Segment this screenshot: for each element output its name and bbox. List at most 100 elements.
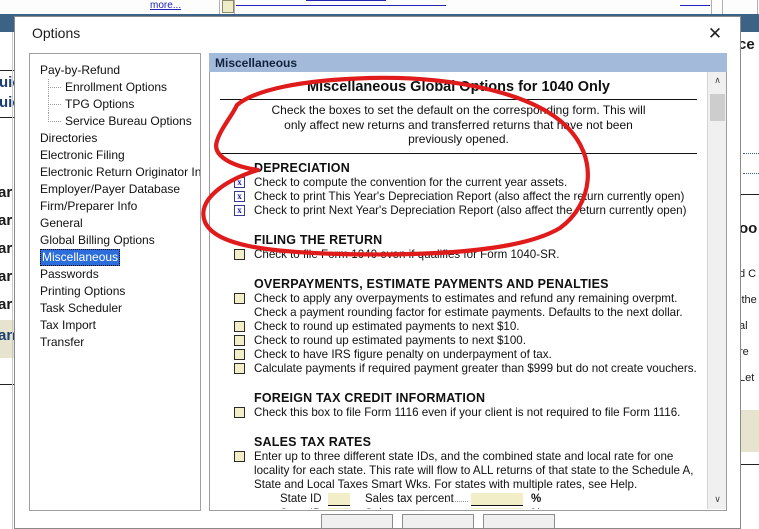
- sidebar-item-tax-import[interactable]: Tax Import: [30, 317, 200, 334]
- option-label: Check to round up estimated payments to …: [254, 334, 707, 348]
- sidebar-item-service-bureau-options[interactable]: Service Bureau Options: [30, 113, 200, 130]
- background-rule: [741, 194, 759, 195]
- tree-elbow-line: [48, 104, 61, 105]
- sidebar-item-label: Firm/Preparer Info: [40, 198, 137, 215]
- option-row: Check to round up estimated payments to …: [210, 320, 707, 334]
- sidebar-item-global-billing-options[interactable]: Global Billing Options: [30, 232, 200, 249]
- help-button[interactable]: [483, 514, 555, 529]
- sidebar-item-general[interactable]: General: [30, 215, 200, 232]
- panel-body: Miscellaneous Global Options for 1040 On…: [209, 72, 727, 511]
- sidebar-item-directories[interactable]: Directories: [30, 130, 200, 147]
- option-label: Check to round up estimated payments to …: [254, 320, 707, 334]
- background-text-fragment: ar: [0, 212, 12, 229]
- form-intro-text: Check the boxes to set the default on th…: [210, 100, 707, 149]
- sidebar-item-label: Directories: [40, 130, 97, 147]
- option-row: Check to apply any overpayments to estim…: [210, 292, 707, 306]
- content-scrollbar[interactable]: ∧ ∨: [707, 72, 726, 509]
- checkbox-unchecked[interactable]: [234, 451, 245, 462]
- options-category-tree[interactable]: Pay-by-RefundEnrollment OptionsTPG Optio…: [29, 53, 201, 511]
- more-link[interactable]: more...: [150, 0, 181, 11]
- sidebar-item-electronic-return-originator-info[interactable]: Electronic Return Originator Info: [30, 164, 200, 181]
- checkbox-unchecked[interactable]: [234, 407, 245, 418]
- background-rule: [741, 464, 759, 465]
- option-row: x Check to print This Year's Depreciation…: [210, 190, 707, 204]
- background-dotted-line: [743, 173, 759, 174]
- dialog-button-bar: [15, 506, 741, 529]
- option-row: xCheck to print Next Year's Depreciation…: [210, 204, 707, 218]
- sidebar-item-firm-preparer-info[interactable]: Firm/Preparer Info: [30, 198, 200, 215]
- background-text-fragment: ithe: [739, 294, 757, 306]
- background-link-line-3: [680, 5, 710, 6]
- checkbox-unchecked[interactable]: [234, 249, 245, 260]
- sidebar-item-label: Tax Import: [40, 317, 96, 334]
- form-icon: [222, 0, 234, 13]
- toolbar-divider: [219, 0, 220, 14]
- option-row: Check this box to file Form 1116 even if…: [210, 406, 707, 420]
- checkbox-checked[interactable]: x: [234, 191, 245, 202]
- background-left-sliver: uic uic ar ar ar ar ar an: [0, 32, 14, 529]
- sidebar-item-label: Passwords: [40, 266, 99, 283]
- sidebar-item-electronic-filing[interactable]: Electronic Filing: [30, 147, 200, 164]
- sidebar-item-enrollment-options[interactable]: Enrollment Options: [30, 79, 200, 96]
- sidebar-item-task-scheduler[interactable]: Task Scheduler: [30, 300, 200, 317]
- state-id-label: State ID: [280, 493, 322, 505]
- scrollbar-thumb[interactable]: [710, 94, 725, 121]
- section-heading: DEPRECIATION: [254, 161, 707, 175]
- sidebar-item-label: General: [40, 215, 83, 232]
- checkbox-unchecked[interactable]: [234, 293, 245, 304]
- checkbox-unchecked[interactable]: [234, 363, 245, 374]
- state-id-field[interactable]: [328, 493, 350, 506]
- option-label: Check to file Form 1040 even if qualifie…: [254, 248, 707, 262]
- section-heading: SALES TAX RATES: [254, 435, 707, 449]
- checkbox-checked[interactable]: x: [234, 177, 245, 188]
- option-label: Check to compute the convention for the …: [254, 176, 707, 190]
- option-label: Check to apply any overpayments to estim…: [254, 292, 707, 306]
- checkbox-unchecked[interactable]: [234, 321, 245, 332]
- sidebar-item-pay-by-refund[interactable]: Pay-by-Refund: [30, 62, 200, 79]
- tree-elbow-line: [48, 87, 61, 88]
- section-heading: FILING THE RETURN: [254, 233, 707, 247]
- sidebar-item-label: Printing Options: [40, 283, 125, 300]
- toolbar-divider: [757, 0, 758, 14]
- background-text-fragment: oo: [739, 220, 757, 237]
- option-row: Calculate payments if required payment g…: [210, 362, 707, 376]
- toolbar-divider: [722, 0, 723, 14]
- form-title: Miscellaneous Global Options for 1040 On…: [210, 79, 707, 95]
- sidebar-item-transfer[interactable]: Transfer: [30, 334, 200, 351]
- background-text-fragment: d C: [739, 268, 756, 280]
- sales-tax-percent-field[interactable]: [471, 493, 523, 506]
- checkbox-checked[interactable]: x: [234, 205, 245, 216]
- ok-button[interactable]: [321, 514, 393, 529]
- sidebar-item-printing-options[interactable]: Printing Options: [30, 283, 200, 300]
- checkbox-unchecked[interactable]: [234, 335, 245, 346]
- background-text-fragment: ar: [0, 296, 12, 313]
- background-text-fragment: ar: [0, 240, 12, 257]
- option-row: State and Local Taxes Smart Wks. For sta…: [210, 478, 707, 492]
- background-highlight-band: [741, 410, 759, 452]
- option-label: locality for each state. This rate will …: [254, 464, 707, 478]
- option-row: Enter up to three different state IDs, a…: [210, 450, 707, 464]
- sidebar-item-employer-payer-database[interactable]: Employer/Payer Database: [30, 181, 200, 198]
- sidebar-item-tpg-options[interactable]: TPG Options: [30, 96, 200, 113]
- cancel-button[interactable]: [402, 514, 474, 529]
- sales-tax-percent-label: Sales tax percent: [365, 493, 454, 505]
- percent-sign: %: [531, 493, 541, 505]
- option-row: Check to round up estimated payments to …: [210, 334, 707, 348]
- sidebar-item-label: Global Billing Options: [40, 232, 155, 249]
- sidebar-item-passwords[interactable]: Passwords: [30, 266, 200, 283]
- section-spacer: [210, 262, 707, 270]
- close-icon[interactable]: ✕: [698, 21, 732, 47]
- background-dotted-line: [743, 153, 759, 154]
- option-label: Check to have IRS figure penalty on unde…: [254, 348, 707, 362]
- checkbox-unchecked[interactable]: [234, 349, 245, 360]
- scroll-up-icon[interactable]: ∧: [708, 72, 727, 90]
- background-text-fragment: ar: [0, 184, 12, 201]
- section-spacer: [210, 218, 707, 226]
- sidebar-item-label: Transfer: [40, 334, 84, 351]
- sales-tax-row: State ID Sales tax percent%: [210, 492, 707, 507]
- background-edge: [12, 32, 13, 529]
- option-label: Check a payment rounding factor for esti…: [254, 306, 707, 320]
- leader-dots: [446, 501, 468, 502]
- option-label: Check to print This Year's Depreciation …: [254, 190, 707, 204]
- sidebar-item-miscellaneous[interactable]: Miscellaneous: [30, 249, 200, 266]
